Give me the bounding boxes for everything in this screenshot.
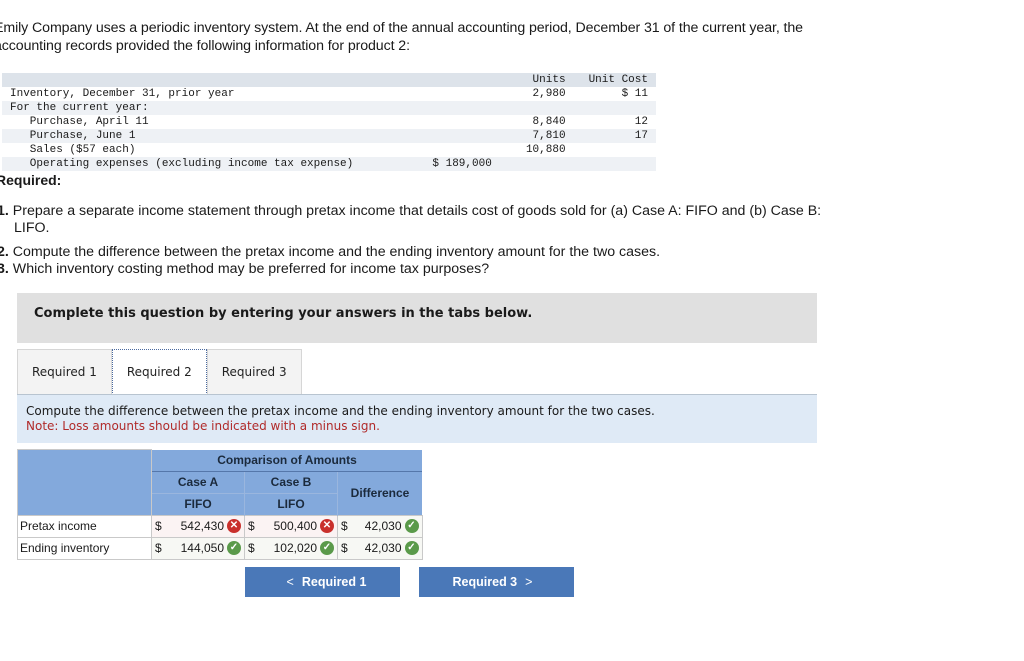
row-label-pretax-income: Pretax income [17,514,152,538]
pretax-income-lifo-cell[interactable]: $500,400 ✕ [244,514,338,538]
table-row: Ending inventory $144,050 ✓ $102,020 ✓ $42… [17,536,423,560]
row-unit-cost: 17 [573,129,656,143]
row-amount [404,143,498,157]
requirement-item: 1. Prepare a separate income statement t… [0,203,822,219]
row-unit-cost: 12 [634,116,648,128]
correct-icon: ✓ [404,541,419,555]
lifo-header: LIFO [244,493,338,515]
pretax-income-lifo-input[interactable]: 500,400 [255,519,320,533]
next-button-label: Required 3 [452,575,518,589]
row-amount [404,115,498,129]
row-unit-cost [573,157,656,171]
pretax-income-fifo-input[interactable]: 542,430 [162,519,227,533]
fifo-header: FIFO [151,493,245,515]
row-units: 2,980 [532,88,566,100]
row-amount [404,87,498,101]
ending-inventory-lifo-input[interactable]: 102,020 [255,541,320,555]
row-label: Purchase, April 11 [10,116,149,128]
ending-inventory-fifo-cell[interactable]: $144,050 ✓ [151,536,245,560]
row-units [497,157,574,171]
comparison-title: Comparison of Amounts [151,449,422,472]
case-a-header: Case A [151,471,245,494]
table-row: Sales ($57 each) 10,880 [2,143,656,157]
table-row: Pretax income $542,430 ✕ $500,400 ✕ $42,03… [17,514,423,538]
currency-symbol: $ [155,541,162,555]
tab-instructions: Compute the difference between the preta… [17,395,817,443]
currency-symbol: $ [341,519,348,533]
requirement-item: 2. Compute the difference between the pr… [0,244,661,260]
pretax-income-fifo-cell[interactable]: $542,430 ✕ [151,514,245,538]
incorrect-icon: ✕ [320,519,334,533]
currency-symbol: $ [341,541,348,555]
correct-icon: ✓ [227,541,241,555]
comparison-table: Comparison of Amounts Case A Case B Diff… [17,449,423,560]
tab-required-1[interactable]: Required 1 [17,349,112,394]
correct-icon: ✓ [320,541,334,555]
table-header-row: Units Unit Cost [2,73,656,87]
incorrect-icon: ✕ [227,519,241,533]
currency-symbol: $ [248,541,255,555]
row-units [497,101,574,115]
prev-button-label: Required 1 [301,575,367,589]
currency-symbol: $ [155,519,162,533]
next-required-3-button[interactable]: Required 3 > [419,567,574,597]
requirement-item: 3. Which inventory costing method may be… [0,261,490,277]
inventory-data-table: Units Unit Cost Inventory, December 31, … [2,73,656,171]
table-row: Operating expenses (excluding income tax… [2,157,656,171]
row-unit-cost [574,143,656,157]
chevron-right-icon: > [525,575,533,589]
required-heading: Required: [0,172,62,188]
requirement-item-continued: LIFO. [14,220,50,236]
ending-inventory-lifo-cell[interactable]: $102,020 ✓ [244,536,338,560]
row-units: 10,880 [525,144,566,156]
prev-required-1-button[interactable]: < Required 1 [245,567,400,597]
row-label: Purchase, June 1 [2,129,405,143]
row-unit-cost [573,101,656,115]
units-header: Units [497,73,574,87]
row-label: Operating expenses (excluding income tax… [2,157,405,171]
currency-symbol: $ [248,519,255,533]
instruction-text: Compute the difference between the preta… [26,404,655,418]
table-row: Purchase, June 1 7,810 17 [2,129,656,143]
pretax-income-difference-cell[interactable]: $42,030 ✓ [337,514,423,538]
row-label: Sales ($57 each) [10,144,136,156]
row-amount [404,129,498,143]
chevron-left-icon: < [286,575,294,589]
ending-inventory-difference-input[interactable]: 42,030 [348,541,405,555]
row-amount: $ 189,000 [404,157,498,171]
row-amount [404,101,498,115]
ending-inventory-difference-cell[interactable]: $42,030 ✓ [337,536,423,560]
instruction-note: Note: Loss amounts should be indicated w… [26,419,380,433]
row-units: 8,840 [532,116,566,128]
table-row: Purchase, April 11 8,840 12 [2,115,656,129]
pretax-income-difference-input[interactable]: 42,030 [348,519,405,533]
unit-cost-header: Unit Cost [573,73,656,87]
row-units: 7,810 [497,129,574,143]
instructions-banner: Complete this question by entering your … [17,293,817,343]
tab-bar: Required 1 Required 2 Required 3 [17,349,302,395]
difference-header: Difference [337,471,422,515]
problem-intro: Emily Company uses a periodic inventory … [0,20,803,54]
row-label: For the current year: [2,101,405,115]
banner-text: Complete this question by entering your … [34,306,533,321]
table-row: For the current year: [2,101,656,115]
row-label-ending-inventory: Ending inventory [17,536,152,560]
table-row: Inventory, December 31, prior year 2,980… [2,87,656,101]
correct-icon: ✓ [404,519,419,533]
row-label: Inventory, December 31, prior year [10,88,235,100]
requirements-list: 1. Prepare a separate income statement t… [0,203,877,278]
tab-required-3[interactable]: Required 3 [206,349,302,394]
case-b-header: Case B [244,471,338,494]
tab-required-2[interactable]: Required 2 [111,349,207,395]
row-unit-cost: $ 11 [621,88,648,100]
ending-inventory-fifo-input[interactable]: 144,050 [162,541,227,555]
